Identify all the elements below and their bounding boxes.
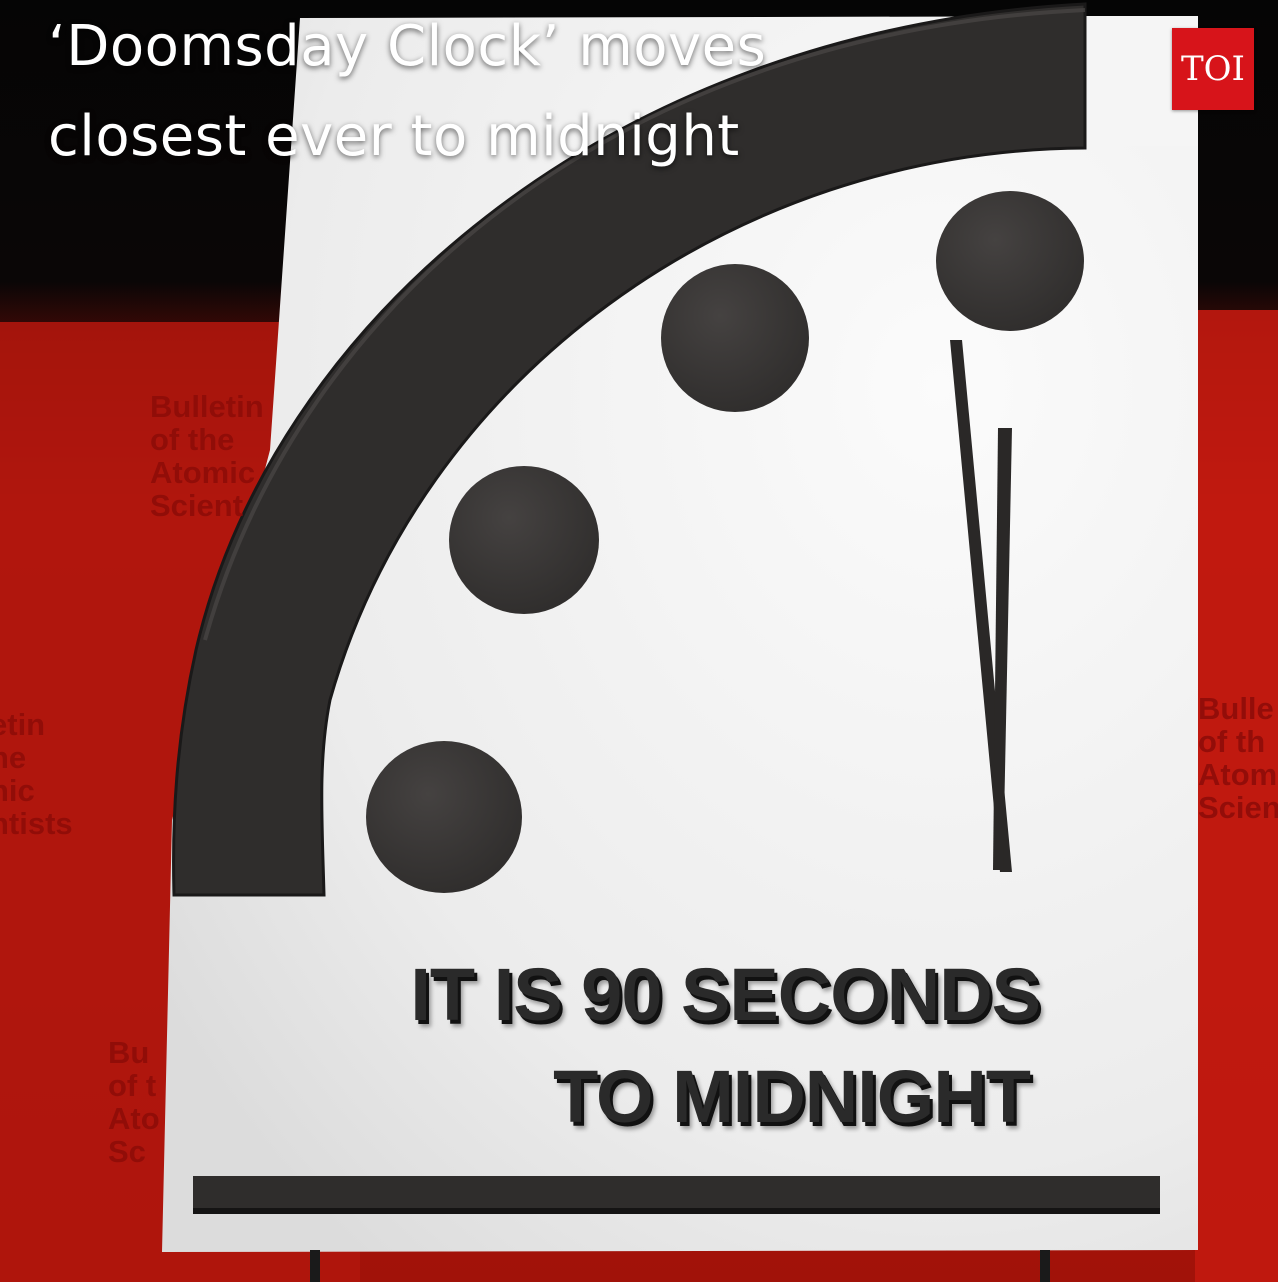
- stand-leg: [1040, 1250, 1050, 1282]
- backdrop-banner-text: Bu of t Ato Sc: [108, 1036, 160, 1168]
- backdrop-line: Sc: [108, 1134, 146, 1169]
- clock-message-line: IT IS 90 SECONDS: [410, 953, 1041, 1036]
- hour-marker-dot: [936, 191, 1084, 331]
- hour-marker-dot: [661, 264, 809, 412]
- backdrop-banner-text: Bulle of th Atom Scien: [1198, 692, 1278, 824]
- clock-message-line: TO MIDNIGHT: [553, 1055, 1031, 1138]
- backdrop-line: Atomic: [150, 455, 256, 490]
- backdrop-line: Atom: [1198, 757, 1278, 792]
- hour-marker-dot: [366, 741, 522, 893]
- backdrop-line: nic: [0, 773, 35, 808]
- backdrop-line: Bulletin: [150, 389, 264, 424]
- backdrop-line: Scient: [150, 488, 244, 523]
- backdrop-line: of th: [1198, 724, 1266, 759]
- backdrop-banner-text: etin ne nic ntists: [0, 708, 73, 840]
- backdrop-line: Bu: [108, 1035, 150, 1070]
- clock-base-bar: [193, 1176, 1160, 1212]
- headline: ‘Doomsday Clock’ moves closest ever to m…: [48, 2, 948, 182]
- clock-base-bar-shadow: [193, 1208, 1160, 1214]
- backdrop-line: of t: [108, 1068, 157, 1103]
- backdrop-line: of the: [150, 422, 235, 457]
- backdrop-line: ntists: [0, 806, 73, 841]
- backdrop-banner-text: Bulletin of the Atomic Scient: [150, 390, 264, 522]
- backdrop-line: Scien: [1198, 790, 1278, 825]
- backdrop-line: ne: [0, 740, 27, 775]
- backdrop-line: Ato: [108, 1101, 160, 1136]
- backdrop-line: Bulle: [1198, 691, 1274, 726]
- headline-line: ‘Doomsday Clock’ moves: [48, 14, 767, 79]
- backdrop-line: etin: [0, 707, 46, 742]
- stand-leg: [310, 1250, 320, 1282]
- headline-line: closest ever to midnight: [48, 104, 740, 169]
- hour-marker-dot: [449, 466, 599, 614]
- toi-logo-text: TOI: [1181, 49, 1245, 89]
- toi-logo-badge: TOI: [1172, 28, 1254, 110]
